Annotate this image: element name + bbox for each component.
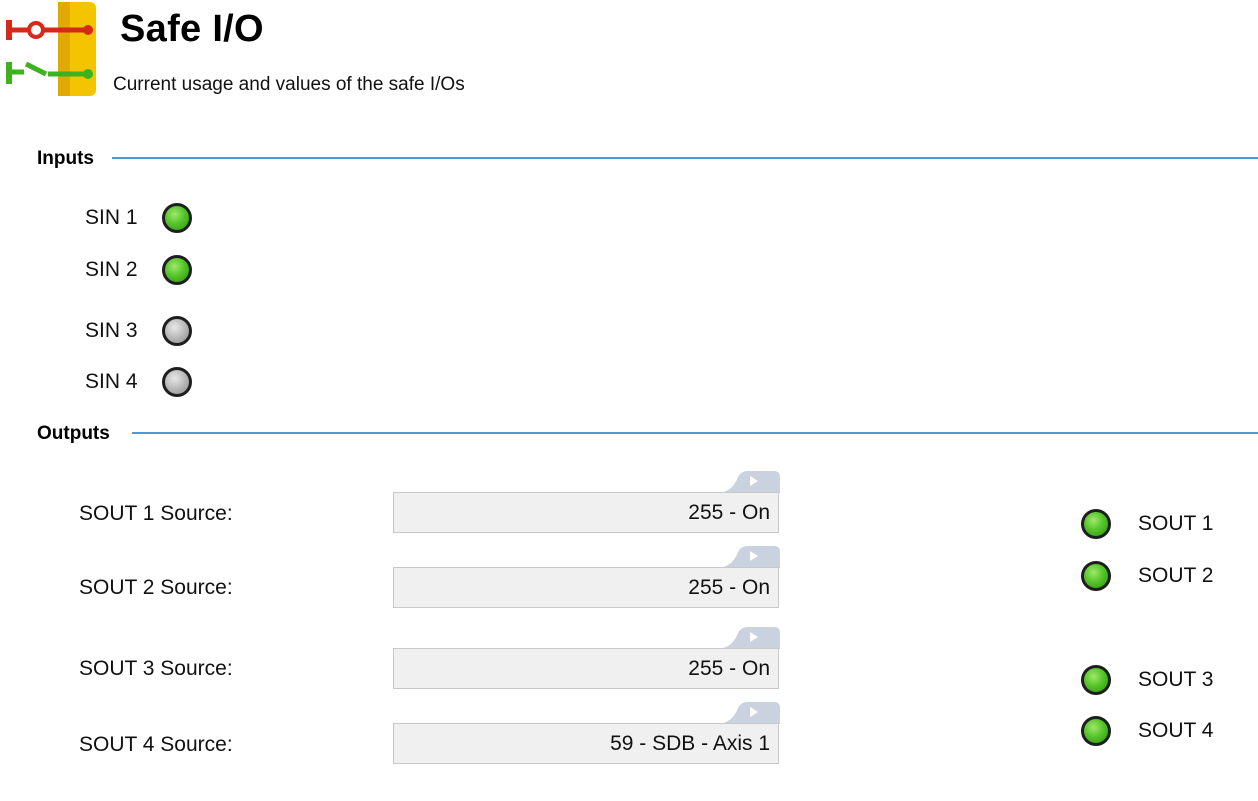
- sout-3-source-label: SOUT 3 Source:: [79, 657, 233, 680]
- sin-1-led: [162, 203, 192, 233]
- page-title: Safe I/O: [120, 8, 264, 50]
- sout-2-led: [1081, 561, 1111, 591]
- sout-3-source-expand-icon[interactable]: [716, 627, 780, 649]
- sout-2-led-label: SOUT 2: [1138, 564, 1214, 587]
- sout-2-source-label: SOUT 2 Source:: [79, 576, 233, 599]
- sout-1-led: [1081, 509, 1111, 539]
- safe-io-icon: [0, 0, 100, 100]
- page-subtitle: Current usage and values of the safe I/O…: [113, 74, 465, 95]
- sout-1-source-field[interactable]: 255 - On: [393, 492, 779, 533]
- sout-3-led: [1081, 665, 1111, 695]
- sin-4-led: [162, 367, 192, 397]
- sout-4-led: [1081, 716, 1111, 746]
- sout-3-source-field[interactable]: 255 - On: [393, 648, 779, 689]
- sout-1-led-label: SOUT 1: [1138, 512, 1214, 535]
- sin-4-label: SIN 4: [85, 370, 138, 393]
- sin-1-label: SIN 1: [85, 206, 138, 229]
- sout-4-led-label: SOUT 4: [1138, 719, 1214, 742]
- sin-3-led: [162, 316, 192, 346]
- sin-3-label: SIN 3: [85, 319, 138, 342]
- sout-2-source-field[interactable]: 255 - On: [393, 567, 779, 608]
- sout-1-source-expand-icon[interactable]: [716, 471, 780, 493]
- sin-2-label: SIN 2: [85, 258, 138, 281]
- outputs-group-label: Outputs: [37, 423, 110, 444]
- sout-4-source-expand-icon[interactable]: [716, 702, 780, 724]
- sout-4-source-field[interactable]: 59 - SDB - Axis 1: [393, 723, 779, 764]
- sout-2-source-expand-icon[interactable]: [716, 546, 780, 568]
- inputs-group-label: Inputs: [37, 148, 94, 169]
- sout-4-source-label: SOUT 4 Source:: [79, 733, 233, 756]
- sout-1-source-label: SOUT 1 Source:: [79, 502, 233, 525]
- outputs-group-divider: [132, 432, 1258, 434]
- sin-2-led: [162, 255, 192, 285]
- inputs-group-divider: [112, 157, 1258, 159]
- sout-3-led-label: SOUT 3: [1138, 668, 1214, 691]
